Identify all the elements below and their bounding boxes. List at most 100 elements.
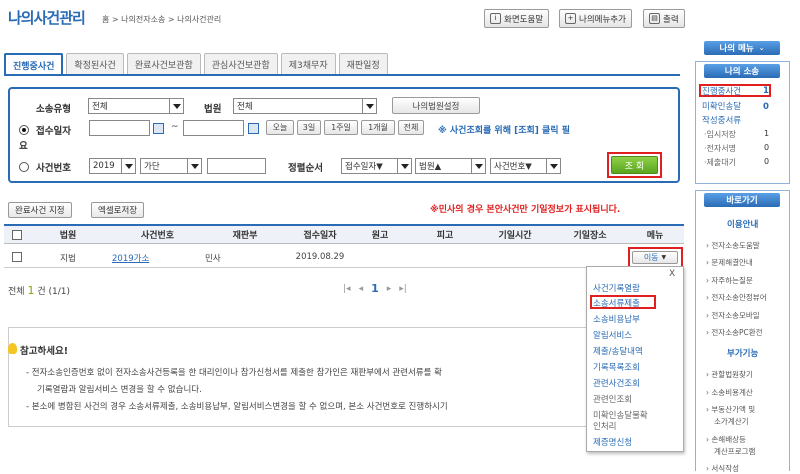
caret-down-icon: ▼	[661, 254, 667, 261]
date-from-input[interactable]	[89, 120, 150, 136]
period-1week-button[interactable]: 1주일	[324, 120, 358, 135]
add-my-menu-button[interactable]: + 나의메뉴추가	[559, 9, 632, 28]
calendar-icon[interactable]	[248, 123, 259, 134]
last-page-icon[interactable]: ▸|	[399, 284, 407, 294]
select-all-checkbox[interactable]	[12, 230, 22, 240]
period-all-button[interactable]: 전체	[398, 120, 424, 135]
popup-item-delivery-history[interactable]: 제출/송달내역	[593, 345, 643, 357]
link-mobile[interactable]: › 전자소송모바일	[706, 310, 760, 321]
help-button[interactable]: i 화면도움말	[484, 9, 550, 28]
col-court: 법원	[59, 231, 77, 241]
period-3day-button[interactable]: 3일	[297, 120, 321, 135]
popup-item-certificate[interactable]: 제증명신청	[593, 436, 632, 448]
sidebar-unconfirmed-delivery[interactable]: 미확인송달	[702, 100, 741, 112]
row-case-number-link[interactable]: 2019가소	[112, 252, 167, 264]
case-number-input[interactable]	[207, 158, 266, 174]
popup-item-record-view[interactable]: 사건기록열람	[593, 282, 640, 294]
date-to-input[interactable]	[183, 120, 244, 136]
sidebar-temp-save[interactable]: ·임시저장	[704, 129, 736, 140]
sort-date-select[interactable]: 접수일자▼	[341, 158, 412, 174]
col-division: 재판부	[232, 231, 258, 241]
popup-item-related-cases[interactable]: 관련사건조회	[593, 377, 640, 389]
link-forms[interactable]: › 서식작성	[706, 463, 739, 474]
move-menu-button[interactable]: 이동 ▼	[632, 251, 678, 264]
date-label-tail: 요	[19, 141, 28, 152]
case-number-label: 사건번호	[36, 163, 71, 174]
current-page[interactable]: 1	[371, 282, 379, 295]
sidebar-sign-count: 0	[764, 143, 770, 152]
court-select[interactable]: 전체	[233, 98, 377, 114]
sidebar-submit-wait[interactable]: ·제출대기	[704, 157, 736, 168]
case-tabs: 진행중사건 확정된사건 완료사건보관함 관심사건보관함 제3채무자 재판일정	[4, 53, 388, 76]
sidebar-ongoing-cases[interactable]: 진행중사건	[702, 85, 741, 97]
link-property-calc[interactable]: › 부동산가액 및	[706, 404, 755, 415]
popup-item-fee-payment[interactable]: 소송비용납부	[593, 313, 640, 325]
sort-order-label: 정렬순서	[288, 163, 323, 174]
year-select[interactable]: 2019	[89, 158, 136, 174]
my-court-settings-button[interactable]: 나의법원설정	[392, 97, 480, 114]
date-radio[interactable]	[19, 125, 29, 135]
popup-item-related-persons[interactable]: 관련인조회	[593, 393, 632, 405]
breadcrumb: 홈 > 나의전자소송 > 나의사건관리	[102, 15, 222, 24]
link-pc-env[interactable]: › 전자소송PC환전	[706, 327, 763, 338]
chevron-down-icon	[362, 99, 376, 113]
sidebar-writing-docs[interactable]: 작성중서류	[702, 114, 741, 126]
calendar-icon[interactable]	[153, 123, 164, 134]
tab-confirmed[interactable]: 확정된사건	[66, 53, 124, 75]
col-menu: 메뉴	[646, 231, 664, 241]
lawsuit-type-label: 소송유형	[36, 104, 71, 115]
tab-ongoing[interactable]: 진행중사건	[4, 53, 64, 76]
chevron-down-icon	[471, 159, 485, 173]
printer-icon: ▤	[649, 13, 660, 24]
link-viewer[interactable]: › 전자소송안정뷰어	[706, 292, 767, 303]
tab-schedule[interactable]: 재판일정	[338, 53, 388, 75]
first-page-icon[interactable]: |◂	[343, 284, 351, 294]
sidebar-e-sign[interactable]: ·전자서명	[704, 143, 736, 154]
link-property-calc-cont: 소가계산기	[714, 417, 749, 426]
extra-heading: 부가기능	[727, 349, 759, 359]
my-lawsuit-header: 나의 소송	[704, 64, 780, 78]
next-page-icon[interactable]: ▸	[387, 284, 392, 294]
link-troubleshoot[interactable]: › 문제해결안내	[706, 257, 753, 268]
my-menu-button[interactable]: 나의 메뉴 ⌄	[704, 41, 780, 55]
period-today-button[interactable]: 오늘	[266, 120, 294, 135]
lawsuit-type-select[interactable]: 전체	[88, 98, 184, 114]
menu-add-icon: +	[565, 13, 576, 24]
link-damages[interactable]: › 손해배상등	[706, 434, 746, 445]
case-type-select[interactable]: 가단	[140, 158, 202, 174]
tab-completed[interactable]: 완료사건보관함	[126, 53, 201, 75]
print-button[interactable]: ▤ 출력	[643, 9, 685, 28]
row-checkbox[interactable]	[12, 252, 22, 262]
chevron-down-icon: ⌄	[758, 44, 765, 52]
civil-case-warning: ※민사의 경우 본안사건만 기일정보가 표시됩니다.	[430, 205, 621, 215]
shortcut-header: 바로가기	[704, 193, 780, 207]
col-defendant: 피고	[436, 231, 454, 241]
row-court: 지법	[60, 254, 76, 264]
guide-heading: 이용안내	[727, 220, 759, 230]
tab-third-debtor[interactable]: 제3채무자	[280, 53, 336, 75]
popup-item-record-list[interactable]: 기록목록조회	[593, 361, 640, 373]
sort-case-select[interactable]: 사건번호▼	[490, 158, 561, 174]
excel-export-button[interactable]: 엑셀로저장	[91, 202, 145, 218]
link-faq[interactable]: › 자주하는질문	[706, 275, 753, 286]
case-number-radio[interactable]	[19, 162, 29, 172]
popup-item-notification[interactable]: 알림서비스	[593, 329, 632, 341]
link-help[interactable]: › 전자소송도움말	[706, 240, 760, 251]
sort-court-select[interactable]: 법원▲	[415, 158, 486, 174]
link-find-court[interactable]: › 관할법원찾기	[706, 369, 753, 380]
notice-line-1: - 전자소송인증번호 없이 전자소송사건등록을 한 대리인이나 참가신청서를 제…	[26, 368, 442, 378]
close-icon[interactable]: X	[669, 269, 675, 279]
prev-page-icon[interactable]: ◂	[359, 284, 364, 294]
date-label: 접수일자	[36, 126, 71, 137]
pagination: |◂ ◂ 1 ▸ ▸|	[343, 282, 407, 295]
court-label: 법원	[204, 104, 222, 115]
lightbulb-icon	[8, 343, 17, 354]
chevron-down-icon	[121, 159, 135, 173]
popup-item-submit-documents[interactable]: 소송서류제출	[593, 297, 640, 309]
tab-interest[interactable]: 관심사건보관함	[203, 53, 278, 75]
link-fee-calc[interactable]: › 소송비용계산	[706, 387, 753, 398]
period-1month-button[interactable]: 1개월	[361, 120, 395, 135]
col-session-time: 기일시간	[498, 231, 532, 241]
query-button[interactable]: 조 회	[611, 156, 658, 174]
mark-complete-button[interactable]: 완료사건 지정	[8, 202, 72, 218]
